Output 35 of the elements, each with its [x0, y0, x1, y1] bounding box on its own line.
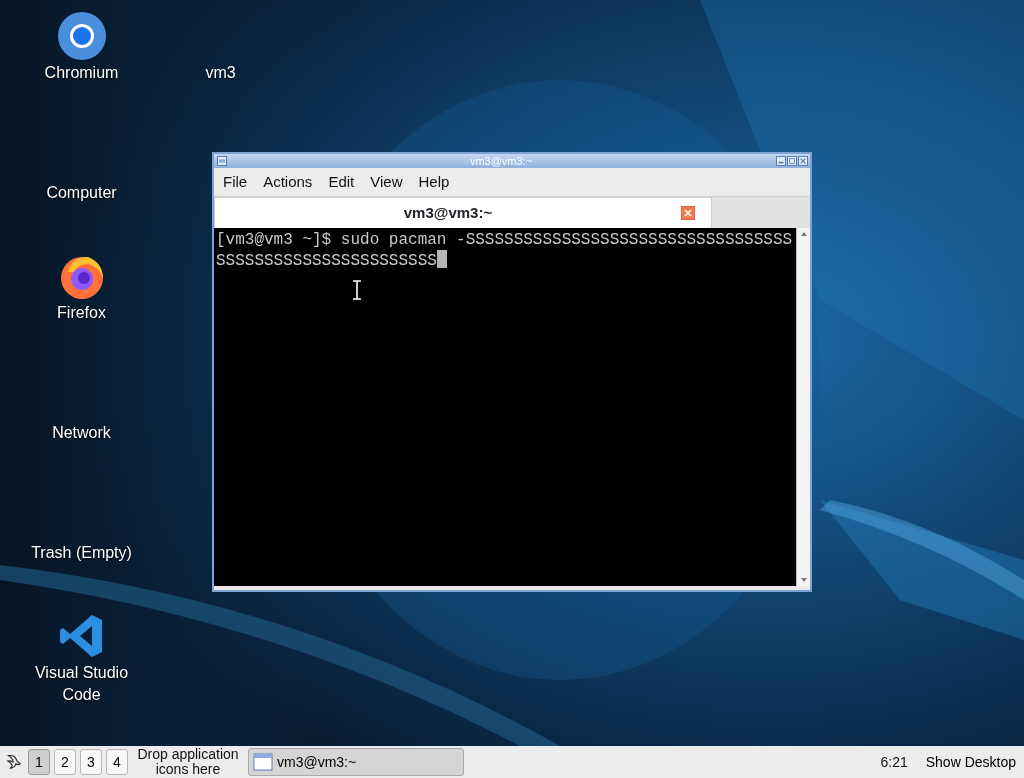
minimize-icon[interactable] — [776, 156, 786, 166]
menu-item[interactable]: Help — [418, 170, 450, 194]
close-icon[interactable] — [681, 206, 695, 220]
scrollbar[interactable] — [796, 228, 810, 586]
launcher-hint: Drop application icons here — [136, 747, 240, 777]
tab[interactable]: vm3@vm3:~ — [214, 197, 712, 228]
icon-label[interactable]: Visual Studio Code — [21, 662, 142, 706]
clock: 6:21 — [880, 752, 908, 772]
show-desktop-button[interactable]: Show Desktop — [921, 751, 1020, 773]
icon-label[interactable]: Network — [52, 422, 111, 444]
icon-label[interactable]: Trash (Empty) — [31, 542, 132, 564]
workspace-button[interactable]: 1 — [28, 749, 50, 775]
menu-icon[interactable] — [4, 753, 24, 771]
menu-item[interactable]: Actions — [263, 170, 313, 194]
workspace-button[interactable]: 3 — [80, 749, 102, 775]
workspace-button[interactable]: 2 — [54, 749, 76, 775]
menu-item[interactable]: Edit — [328, 170, 355, 194]
taskbar-button[interactable]: vm3@vm3:~ — [248, 748, 464, 776]
workspace-button[interactable]: 4 — [106, 749, 128, 775]
icon-label[interactable]: Firefox — [57, 302, 106, 324]
text-cursor — [436, 250, 447, 268]
close-icon[interactable] — [798, 156, 808, 166]
terminal-line: SSSSSSSSSSSSSSSSSSSSSSS — [216, 250, 447, 271]
maximize-icon[interactable] — [787, 156, 797, 166]
icon-label[interactable]: Computer — [46, 182, 117, 204]
window-title: vm3@vm3:~ — [468, 154, 534, 168]
icon-label[interactable]: vm3 — [205, 62, 236, 84]
text-cursor-icon — [352, 280, 362, 300]
window-icon — [253, 753, 273, 771]
menu-item[interactable]: File — [223, 170, 248, 194]
terminal-line: [vm3@vm3 ~]$ sudo pacman -SSSSSSSSSSSSSSSSSSSSSSSSSSSSSSSSSS — [216, 230, 793, 250]
window-menu-icon[interactable] — [217, 156, 227, 166]
chromium-icon[interactable] — [57, 12, 106, 60]
icon-label[interactable]: Chromium — [44, 62, 119, 84]
menu-item[interactable]: View — [370, 170, 403, 194]
